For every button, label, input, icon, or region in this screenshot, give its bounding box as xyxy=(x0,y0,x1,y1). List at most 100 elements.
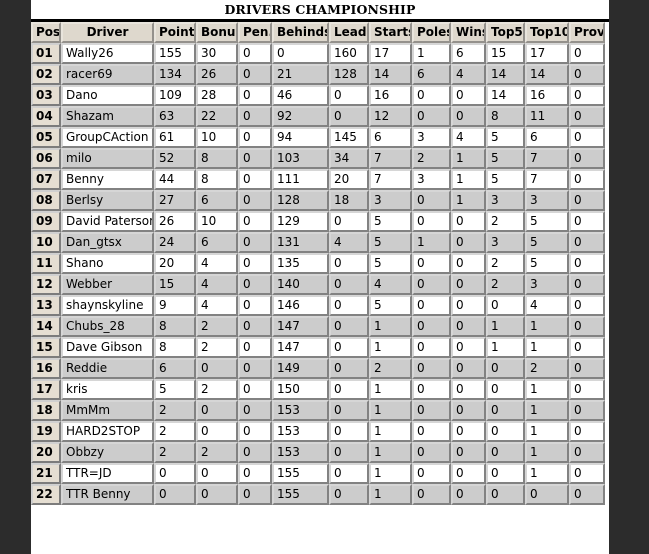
cell-behinds: 129 xyxy=(272,211,329,232)
column-header-poles[interactable]: Poles xyxy=(412,22,451,43)
cell-position: 20 xyxy=(31,442,61,463)
cell-bonus: 0 xyxy=(196,463,238,484)
cell-prov: 0 xyxy=(569,442,605,463)
cell-top10: 17 xyxy=(525,43,569,64)
cell-poles: 0 xyxy=(412,190,451,211)
cell-position: 13 xyxy=(31,295,61,316)
cell-points: 134 xyxy=(154,64,196,85)
cell-starts: 1 xyxy=(369,316,412,337)
cell-top5: 1 xyxy=(486,316,525,337)
cell-bonus: 8 xyxy=(196,148,238,169)
column-header-points[interactable]: Points xyxy=(154,22,196,43)
table-row: 14 Chubs_28 8 2 0 147 0 1 0 0 1 1 0 xyxy=(31,316,605,337)
cell-starts: 4 xyxy=(369,274,412,295)
cell-driver: Benny xyxy=(61,169,154,190)
table-row: 20 Obbzy 2 2 0 153 0 1 0 0 0 1 0 xyxy=(31,442,605,463)
cell-wins: 0 xyxy=(451,274,486,295)
cell-leads: 0 xyxy=(329,442,369,463)
cell-pen: 0 xyxy=(238,421,272,442)
cell-behinds: 21 xyxy=(272,64,329,85)
cell-starts: 16 xyxy=(369,85,412,106)
column-header-wins[interactable]: Wins xyxy=(451,22,486,43)
cell-position: 02 xyxy=(31,64,61,85)
cell-pen: 0 xyxy=(238,85,272,106)
cell-top5: 0 xyxy=(486,400,525,421)
cell-top10: 1 xyxy=(525,442,569,463)
table-row: 06 milo 52 8 0 103 34 7 2 1 5 7 0 xyxy=(31,148,605,169)
cell-driver: David Paterson xyxy=(61,211,154,232)
cell-points: 0 xyxy=(154,484,196,505)
cell-top5: 2 xyxy=(486,274,525,295)
cell-driver: Chubs_28 xyxy=(61,316,154,337)
cell-bonus: 0 xyxy=(196,484,238,505)
cell-points: 27 xyxy=(154,190,196,211)
cell-leads: 18 xyxy=(329,190,369,211)
cell-prov: 0 xyxy=(569,337,605,358)
cell-pen: 0 xyxy=(238,379,272,400)
column-header-top5[interactable]: Top5 xyxy=(486,22,525,43)
cell-position: 08 xyxy=(31,190,61,211)
cell-prov: 0 xyxy=(569,148,605,169)
drivers-championship-table: PosDriverPointsBonusPen.BehindsLeadsStar… xyxy=(31,22,605,505)
cell-poles: 0 xyxy=(412,337,451,358)
cell-points: 20 xyxy=(154,253,196,274)
cell-position: 05 xyxy=(31,127,61,148)
column-header-bonus[interactable]: Bonus xyxy=(196,22,238,43)
cell-poles: 0 xyxy=(412,211,451,232)
cell-top10: 11 xyxy=(525,106,569,127)
cell-behinds: 103 xyxy=(272,148,329,169)
cell-top5: 15 xyxy=(486,43,525,64)
cell-position: 15 xyxy=(31,337,61,358)
table-row: 12 Webber 15 4 0 140 0 4 0 0 2 3 0 xyxy=(31,274,605,295)
cell-pen: 0 xyxy=(238,169,272,190)
cell-prov: 0 xyxy=(569,274,605,295)
cell-pen: 0 xyxy=(238,484,272,505)
cell-position: 17 xyxy=(31,379,61,400)
cell-leads: 0 xyxy=(329,400,369,421)
table-row: 10 Dan_gtsx 24 6 0 131 4 5 1 0 3 5 0 xyxy=(31,232,605,253)
cell-bonus: 2 xyxy=(196,337,238,358)
column-header-pos[interactable]: Pos xyxy=(31,22,61,43)
column-header-prov[interactable]: Prov. xyxy=(569,22,605,43)
cell-top5: 8 xyxy=(486,106,525,127)
cell-points: 2 xyxy=(154,442,196,463)
cell-top10: 1 xyxy=(525,421,569,442)
cell-behinds: 155 xyxy=(272,484,329,505)
cell-leads: 128 xyxy=(329,64,369,85)
column-header-starts[interactable]: Starts xyxy=(369,22,412,43)
cell-poles: 0 xyxy=(412,421,451,442)
cell-prov: 0 xyxy=(569,463,605,484)
cell-pen: 0 xyxy=(238,64,272,85)
cell-top5: 2 xyxy=(486,253,525,274)
column-header-top10[interactable]: Top10 xyxy=(525,22,569,43)
cell-leads: 0 xyxy=(329,316,369,337)
cell-position: 06 xyxy=(31,148,61,169)
cell-top10: 2 xyxy=(525,358,569,379)
cell-top10: 3 xyxy=(525,190,569,211)
cell-top10: 5 xyxy=(525,211,569,232)
column-header-leads[interactable]: Leads xyxy=(329,22,369,43)
cell-top5: 0 xyxy=(486,379,525,400)
cell-driver: shaynskyline xyxy=(61,295,154,316)
cell-starts: 7 xyxy=(369,148,412,169)
cell-starts: 1 xyxy=(369,400,412,421)
cell-driver: Wally26 xyxy=(61,43,154,64)
page-title: DRIVERS CHAMPIONSHIP xyxy=(31,0,609,19)
cell-leads: 0 xyxy=(329,337,369,358)
cell-driver: Shano xyxy=(61,253,154,274)
cell-bonus: 2 xyxy=(196,379,238,400)
cell-wins: 0 xyxy=(451,463,486,484)
cell-points: 0 xyxy=(154,463,196,484)
table-row: 13 shaynskyline 9 4 0 146 0 5 0 0 0 4 0 xyxy=(31,295,605,316)
column-header-driver[interactable]: Driver xyxy=(61,22,154,43)
cell-prov: 0 xyxy=(569,211,605,232)
column-header-behinds[interactable]: Behinds xyxy=(272,22,329,43)
cell-behinds: 94 xyxy=(272,127,329,148)
cell-position: 18 xyxy=(31,400,61,421)
cell-bonus: 0 xyxy=(196,421,238,442)
cell-prov: 0 xyxy=(569,400,605,421)
column-header-pen[interactable]: Pen. xyxy=(238,22,272,43)
cell-wins: 0 xyxy=(451,295,486,316)
table-row: 01 Wally26 155 30 0 0 160 17 1 6 15 17 0 xyxy=(31,43,605,64)
cell-prov: 0 xyxy=(569,190,605,211)
